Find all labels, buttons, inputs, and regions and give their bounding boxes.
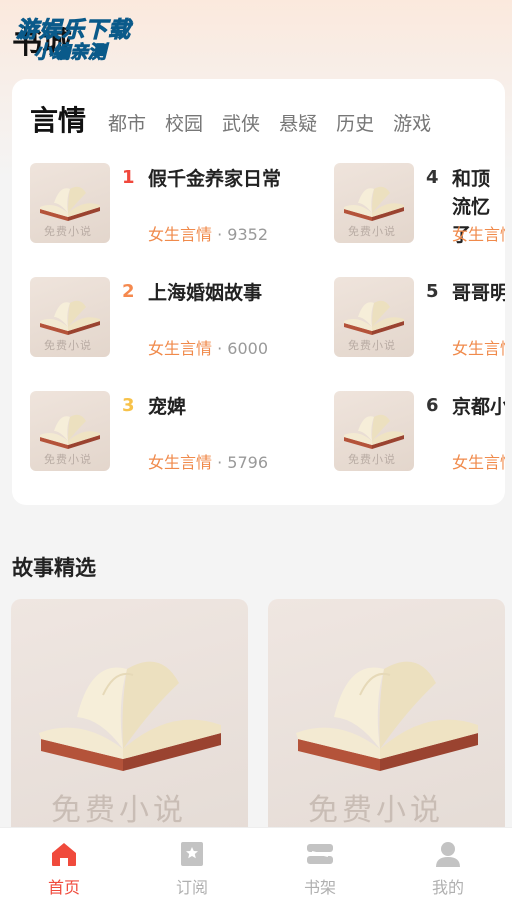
rank-number: 6 [426,395,439,416]
book-cover: 免费小说 [334,391,414,471]
cover-text: 免费小说 [44,339,92,352]
book-meta: 女生言情 [452,335,505,359]
book-category: 女生言情 [148,453,213,472]
nav-subscribe[interactable]: 订阅 [128,828,256,901]
book-title: 宠婢 [148,396,187,418]
book-cover: 免费小说 [334,277,414,357]
book-meta: 女生言情 · 6000 [148,335,268,359]
tab-romance[interactable]: 言情 [30,99,86,139]
book-category: 女生言情 [452,225,505,244]
cover-text: 免费小说 [348,339,396,352]
profile-icon [436,842,460,867]
nav-profile-label: 我的 [431,878,464,897]
book-category: 女生言情 [452,339,505,358]
book-cover: 免费小说 [30,277,110,357]
ranking-item[interactable]: 免费小说 4 和顶流忆了 女生言情 [334,163,505,246]
nav-home-label: 首页 [47,878,80,897]
book-cover: 免费小说 [334,163,414,243]
book-title: 假千金养家日常 [148,168,282,190]
tab-history[interactable]: 历史 [336,109,374,136]
tab-martial[interactable]: 武侠 [222,109,260,136]
book-count: · 5796 [217,453,268,472]
book-meta: 女生言情 · 5796 [148,449,268,473]
book-cover: 免费小说 [30,391,110,471]
bookshelf-icon [307,844,333,864]
rank-number: 5 [426,281,439,302]
rank-number: 3 [122,395,135,416]
story-card[interactable]: 免费小说 [268,599,505,839]
category-tabs: 言情 都市 校园 武侠 悬疑 历史 游戏 [30,99,450,139]
nav-home[interactable]: 首页 [0,828,128,901]
nav-bookshelf-label: 书架 [303,878,336,897]
rank-number: 4 [426,167,439,188]
book-cover: 免费小说 [30,163,110,243]
section-title: 故事精选 [12,556,96,580]
book-meta: 女生言情 [452,221,505,245]
bottom-nav: 首页 订阅 书架 我的 [0,827,512,901]
watermark: 游娱乐下载 小编亲测 [14,10,154,64]
cover-text: 免费小说 [308,793,444,828]
book-title: 哥哥明 [452,282,505,304]
rank-number: 2 [122,281,135,302]
ranking-item[interactable]: 免费小说 3 宠婢 女生言情 · 5796 [30,391,320,473]
cover-text: 免费小说 [348,453,396,466]
ranking-item[interactable]: 免费小说 5 哥哥明 女生言情 [334,277,505,359]
ranking-item[interactable]: 免费小说 1 假千金养家日常 女生言情 · 9352 [30,163,320,245]
bookmark-icon [181,842,203,866]
book-category: 女生言情 [452,453,505,472]
watermark-line2: 小编亲测 [34,42,107,64]
tab-mystery[interactable]: 悬疑 [279,109,317,136]
tab-game[interactable]: 游戏 [393,109,431,136]
ranking-item[interactable]: 免费小说 6 京都小 女生言情 [334,391,505,473]
nav-subscribe-label: 订阅 [175,878,208,897]
rank-number: 1 [122,167,135,188]
ranking-item[interactable]: 免费小说 2 上海婚姻故事 女生言情 · 6000 [30,277,320,359]
book-title: 上海婚姻故事 [148,282,263,304]
cover-text: 免费小说 [348,225,396,238]
tab-urban[interactable]: 都市 [108,109,146,136]
nav-bookshelf[interactable]: 书架 [256,828,384,901]
book-meta: 女生言情 · 9352 [148,221,268,245]
book-category: 女生言情 [148,339,213,358]
cover-text: 免费小说 [44,225,92,238]
book-count: · 6000 [217,339,268,358]
story-card[interactable]: 免费小说 [11,599,248,839]
home-icon [52,843,76,866]
book-title: 京都小 [452,396,505,418]
book-category: 女生言情 [148,225,213,244]
ranking-card: 言情 都市 校园 武侠 悬疑 历史 游戏 免费小说 1 假千金养家日常 女生言情… [12,79,505,505]
cover-text: 免费小说 [44,453,92,466]
cover-text: 免费小说 [51,793,187,828]
nav-profile[interactable]: 我的 [384,828,512,901]
tab-campus[interactable]: 校园 [165,109,203,136]
book-meta: 女生言情 [452,449,505,473]
book-count: · 9352 [217,225,268,244]
